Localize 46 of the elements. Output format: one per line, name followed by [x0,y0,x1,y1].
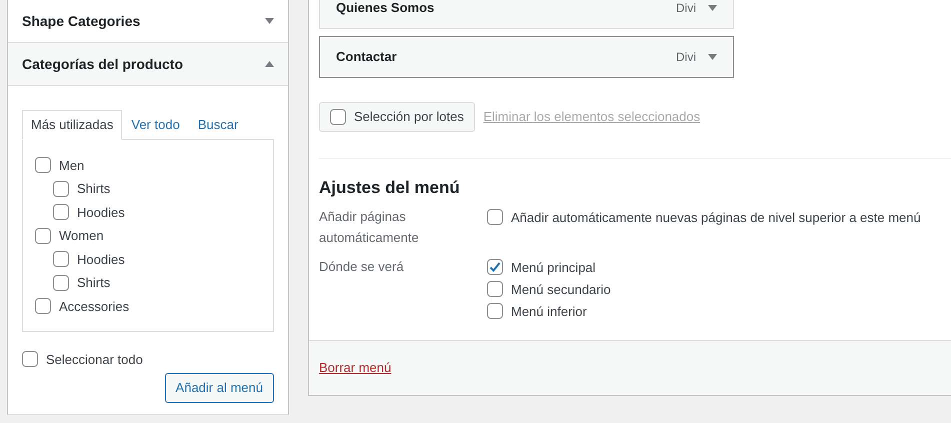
checkbox[interactable] [487,259,503,275]
checkbox[interactable] [35,298,51,314]
checkbox-label: Añadir automáticamente nuevas páginas de nivel superior a este menú [511,208,921,227]
checkbox-label: Menú secundario [511,280,611,298]
collapse-icon[interactable] [265,61,274,67]
checkbox[interactable] [35,228,51,244]
checkbox[interactable] [53,204,69,220]
checkbox-label: Seleccionar todo [46,350,143,368]
tab[interactable]: Más utilizadas [22,110,122,140]
menu-item-type: Divi [676,0,696,17]
checkbox[interactable] [487,209,503,225]
setting-label: Dónde se verá [319,258,405,276]
checkbox-label: Menú principal [511,258,596,277]
checkbox[interactable] [35,157,51,174]
bulk-select-button[interactable]: Selección por lotes [319,102,475,132]
checkbox[interactable] [487,281,503,297]
menu-item-title: Quienes Somos [336,0,434,18]
delete-menu-link[interactable]: Borrar menú [319,358,392,378]
expand-icon[interactable] [708,54,717,60]
checkbox-label: Accessories [59,298,130,316]
checkbox[interactable] [53,251,69,268]
add-to-menu-button[interactable]: Añadir al menú [164,373,274,402]
settings-heading: Ajustes del menú [319,176,461,198]
expand-icon[interactable] [708,5,717,11]
section-title: Shape Categories [22,12,140,31]
expand-icon[interactable] [265,18,274,24]
setting-label: Añadir páginas automáticamente [319,208,420,247]
checkbox-label: Hoodies [77,204,125,222]
checkbox-label: Hoodies [77,250,125,268]
checkbox-label: Women [59,227,104,245]
checkbox-label: Men [59,156,84,174]
menu-item[interactable]: Quienes Somos Divi [319,0,734,29]
menu-item-title: Contactar [336,48,397,66]
checkbox-label: Menú inferior [511,302,587,320]
menu-item-type: Divi [676,48,696,66]
tab[interactable]: Buscar [188,110,248,140]
checkbox-label: Shirts [77,180,110,198]
checkbox[interactable] [487,303,503,319]
checkbox[interactable] [53,274,69,291]
tab[interactable]: Ver todo [122,110,189,140]
menu-item[interactable]: Contactar Divi [319,36,734,78]
checkbox[interactable] [53,180,69,197]
checkbox-label: Shirts [77,274,110,292]
section-header[interactable]: Categorías del producto [8,43,288,86]
section-title: Categorías del producto [22,54,184,74]
checkbox[interactable] [22,351,38,368]
